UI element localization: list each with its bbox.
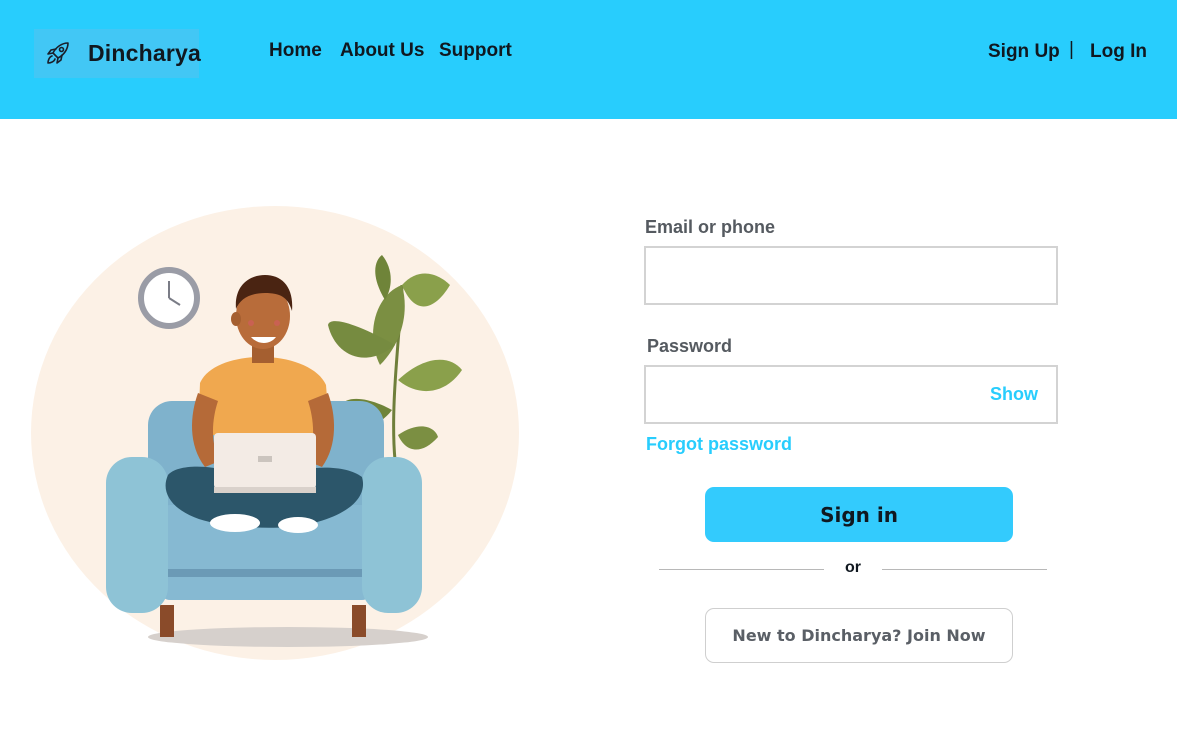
show-password-toggle[interactable]: Show — [990, 384, 1038, 405]
divider-or-text: or — [845, 559, 861, 576]
brand-logo[interactable]: Dincharya — [34, 29, 202, 78]
password-field-box[interactable]: Show — [644, 365, 1058, 424]
brand-name: Dincharya — [88, 40, 202, 66]
sign-in-button[interactable]: Sign in — [705, 487, 1013, 542]
email-input[interactable] — [646, 248, 1056, 303]
rocket-icon — [47, 42, 69, 64]
nav-about-link[interactable]: About Us — [340, 40, 424, 62]
email-label: Email or phone — [645, 217, 776, 237]
log-in-link[interactable]: Log In — [1090, 41, 1147, 63]
sign-up-link[interactable]: Sign Up — [988, 41, 1060, 63]
top-header: Dincharya Home About Us Support Sign Up … — [0, 0, 1177, 119]
nav-support-link[interactable]: Support — [439, 40, 512, 62]
divider-line-right — [882, 569, 1047, 570]
person-laptop-illustration — [31, 206, 519, 660]
password-label: Password — [647, 336, 733, 356]
auth-separator: | — [1069, 39, 1074, 60]
forgot-password-link[interactable]: Forgot password — [646, 434, 792, 455]
email-field-box[interactable] — [644, 246, 1058, 305]
divider-line-left — [659, 569, 824, 570]
wall-clock-icon — [138, 267, 200, 329]
nav-home-link[interactable]: Home — [269, 40, 322, 62]
join-now-button[interactable]: New to Dincharya? Join Now — [705, 608, 1013, 663]
